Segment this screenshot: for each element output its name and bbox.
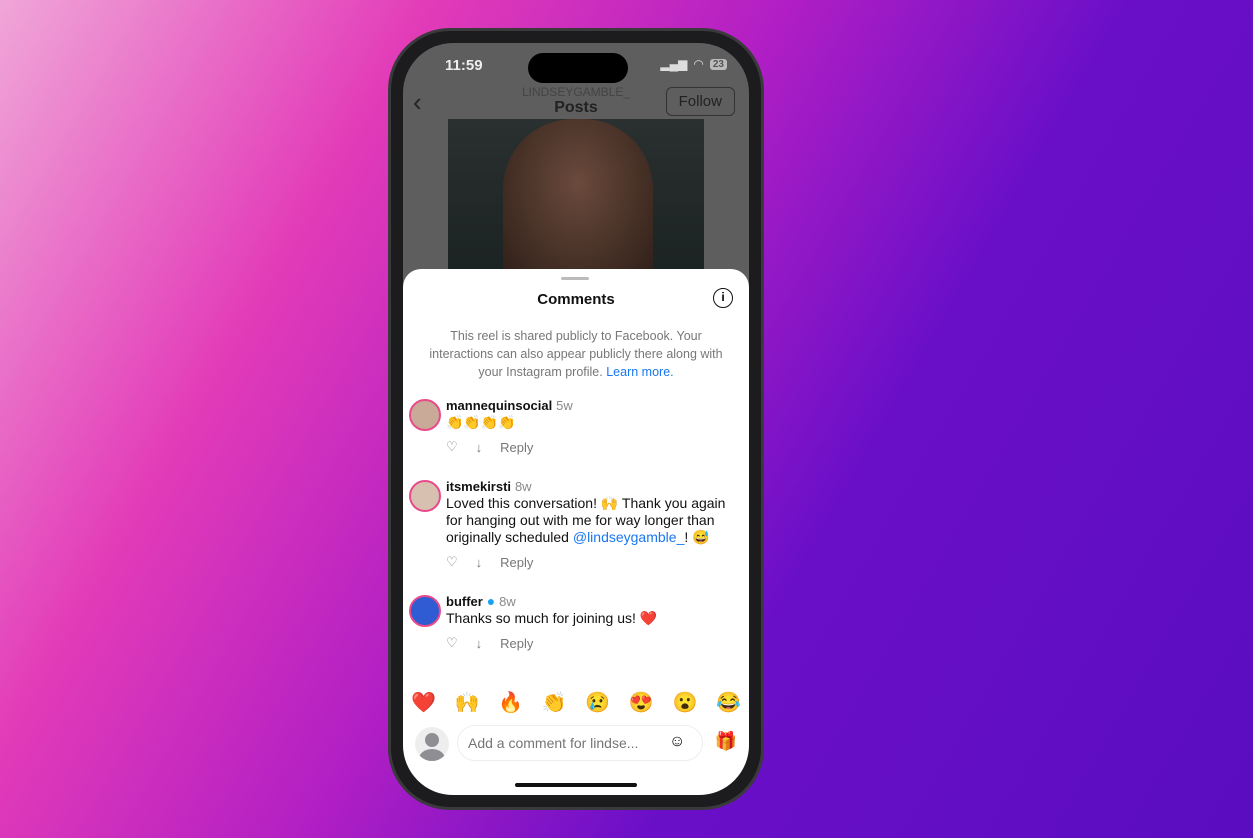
status-time: 11:59 <box>445 57 483 74</box>
dynamic-island <box>528 53 628 83</box>
comment-text: 👏👏👏👏 <box>446 414 516 430</box>
phone-frame: 11:59 ▂▄▆ ◠ 23 ‹ LINDSEYGAMBLE_ Posts Fo… <box>388 28 764 810</box>
emoji-clap[interactable]: 👏 <box>542 690 567 715</box>
like-icon[interactable]: ♡ <box>446 439 458 455</box>
sheet-title: Comments <box>537 291 615 308</box>
verified-badge-icon: ● <box>486 593 496 609</box>
status-icons: ▂▄▆ ◠ 23 <box>660 57 727 71</box>
comment-username[interactable]: mannequinsocial <box>446 398 552 413</box>
battery-icon: 23 <box>709 58 727 70</box>
comment-item: buffer ● 8w Thanks so much for joining u… <box>409 593 739 651</box>
buffer-logo-avatar[interactable] <box>409 595 441 627</box>
emoji-cry[interactable]: 😢 <box>585 690 610 715</box>
user-avatar <box>415 727 449 761</box>
info-icon[interactable]: i <box>713 288 733 308</box>
comment-composer: ☺ 🎁 <box>415 725 739 761</box>
comment-item: itsmekirsti 8w Loved this conversation! … <box>409 478 739 570</box>
sheet-handle[interactable] <box>561 277 589 280</box>
avatar[interactable] <box>409 399 441 431</box>
translate-down-icon[interactable]: ↓ <box>476 636 483 651</box>
sticker-icon[interactable]: ☺ <box>669 733 685 751</box>
learn-more-link[interactable]: Learn more. <box>606 365 673 379</box>
avatar[interactable] <box>409 480 441 512</box>
facebook-share-notice: This reel is shared publicly to Facebook… <box>429 329 723 379</box>
emoji-surprised[interactable]: 😮 <box>672 690 697 715</box>
comment-username[interactable]: buffer <box>446 594 483 609</box>
comment-text: Thanks so much for joining us! ❤️ <box>446 610 658 626</box>
home-indicator <box>515 783 637 787</box>
like-icon[interactable]: ♡ <box>446 554 458 570</box>
translate-down-icon[interactable]: ↓ <box>476 555 483 570</box>
comment-item: mannequinsocial 5w 👏👏👏👏 ♡ ↓ Reply <box>409 397 739 455</box>
top-nav: ‹ LINDSEYGAMBLE_ Posts Follow <box>403 83 749 119</box>
reply-button[interactable]: Reply <box>500 636 533 651</box>
emoji-laugh[interactable]: 😂 <box>716 690 741 715</box>
follow-button[interactable]: Follow <box>665 87 735 116</box>
emoji-heart-eyes[interactable]: 😍 <box>629 690 654 715</box>
reply-button[interactable]: Reply <box>500 440 533 455</box>
quick-emoji-bar: ❤️ 🙌 🔥 👏 😢 😍 😮 😂 <box>411 690 741 715</box>
comment-input[interactable] <box>457 725 703 761</box>
comment-username[interactable]: itsmekirsti <box>446 479 511 494</box>
comment-text: Loved this conversation! 🙌 Thank you aga… <box>446 495 726 545</box>
translate-down-icon[interactable]: ↓ <box>476 440 483 455</box>
emoji-raised-hands[interactable]: 🙌 <box>455 690 480 715</box>
emoji-heart[interactable]: ❤️ <box>411 690 436 715</box>
comments-sheet: Comments i This reel is shared publicly … <box>403 269 749 795</box>
reel-video[interactable] <box>448 119 704 279</box>
signal-icon: ▂▄▆ <box>660 57 688 71</box>
nav-title: Posts <box>554 99 598 116</box>
mention-link[interactable]: @lindseygamble_ <box>573 529 685 545</box>
wifi-icon: ◠ <box>693 57 704 71</box>
reply-button[interactable]: Reply <box>500 555 533 570</box>
gift-icon[interactable]: 🎁 <box>715 731 737 752</box>
emoji-fire[interactable]: 🔥 <box>498 690 523 715</box>
screen: 11:59 ▂▄▆ ◠ 23 ‹ LINDSEYGAMBLE_ Posts Fo… <box>403 43 749 795</box>
like-icon[interactable]: ♡ <box>446 635 458 651</box>
